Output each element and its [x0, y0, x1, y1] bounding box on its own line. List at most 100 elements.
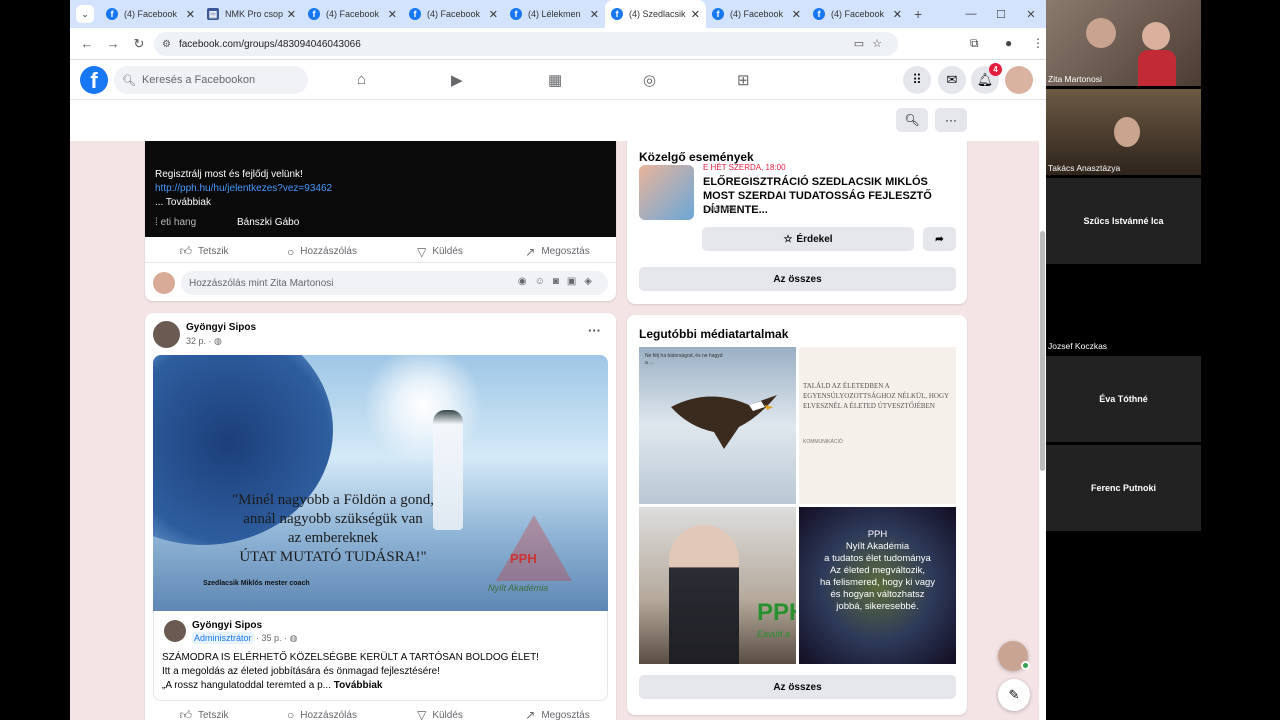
group-more-button[interactable]: ···: [935, 108, 967, 132]
author-avatar[interactable]: [153, 321, 180, 348]
account-avatar[interactable]: [1005, 66, 1033, 94]
see-more-link[interactable]: ... Továbbiak: [155, 197, 211, 208]
send-button[interactable]: ▽ Küldés: [381, 708, 499, 720]
browser-tab[interactable]: f (4) Facebook ✕: [100, 0, 201, 28]
camera-icon[interactable]: ◙: [553, 276, 567, 287]
browser-tab[interactable]: f (4) Facebook ✕: [403, 0, 504, 28]
share-button[interactable]: ↗ Megosztás: [499, 245, 616, 259]
post-video[interactable]: Regisztrálj most és fejlődj velünk! http…: [145, 141, 616, 237]
participant-tile[interactable]: Jozsef Koczkas: [1046, 267, 1201, 353]
shared-author-name[interactable]: Gyöngyi Sipos: [192, 620, 262, 631]
install-app-icon[interactable]: ▭: [854, 38, 872, 50]
home-icon[interactable]: ⌂: [357, 71, 366, 88]
pph-logo: PPH Nyílt Akadémia: [488, 515, 578, 595]
facebook-logo-icon[interactable]: f: [80, 66, 108, 94]
participant-tile[interactable]: Zita Martonosi: [1046, 0, 1201, 86]
messenger-button[interactable]: ✉: [938, 66, 966, 94]
comment-button[interactable]: ○ Hozzászólás: [263, 708, 381, 720]
extensions-puzzle-icon[interactable]: ⧉: [970, 36, 979, 51]
close-icon[interactable]: ✕: [287, 8, 296, 21]
avatar-sticker-icon[interactable]: ◉: [518, 276, 535, 287]
close-icon[interactable]: ✕: [489, 8, 498, 21]
gif-icon[interactable]: ▣: [567, 276, 584, 287]
close-icon[interactable]: ✕: [691, 8, 700, 21]
send-icon: ▽: [417, 244, 427, 259]
participant-tile[interactable]: Takács Anasztázya: [1046, 89, 1201, 175]
post-image[interactable]: "Minél nagyobb a Földön a gond, annál na…: [153, 355, 608, 611]
minimize-icon[interactable]: —: [956, 8, 986, 20]
reload-icon[interactable]: ↻: [126, 36, 152, 52]
emoji-icon[interactable]: ☺: [535, 276, 553, 287]
forward-arrow-icon[interactable]: →: [100, 36, 126, 51]
profile-avatar-icon[interactable]: ●: [1005, 36, 1012, 50]
share-button[interactable]: ↗ Megosztás: [499, 708, 616, 720]
video-icon[interactable]: ▶: [451, 71, 463, 89]
new-message-button[interactable]: ✎: [998, 679, 1030, 711]
browser-tab[interactable]: f (4) Facebook ✕: [807, 0, 908, 28]
close-icon[interactable]: ✕: [388, 8, 397, 21]
group-toolbar: 🔍︎ ···: [70, 101, 1046, 141]
menu-grid-button[interactable]: ⠿: [903, 66, 931, 94]
facebook-search-input[interactable]: 🔍︎ Keresés a Facebookon: [114, 66, 308, 94]
facebook-favicon-icon: f: [308, 8, 320, 20]
group-search-button[interactable]: 🔍︎: [896, 108, 928, 132]
notifications-button[interactable]: 🔔︎ 4: [971, 63, 1002, 94]
browser-tab[interactable]: f (4) Lélekmen ✕: [504, 0, 605, 28]
image-signature: Szedlacsik Miklós mester coach: [203, 580, 310, 587]
shared-author-avatar[interactable]: [164, 620, 186, 642]
shared-post[interactable]: Gyöngyi Sipos Adminisztrátor · 35 p. · ◍…: [153, 611, 608, 701]
media-thumb-eagle[interactable]: Ne félj ha bátorságod, és ne hagyd a ...: [639, 347, 796, 504]
sticker-icon[interactable]: ◈: [584, 276, 600, 287]
new-tab-plus-icon[interactable]: +: [914, 6, 922, 22]
gaming-icon[interactable]: ⊞: [737, 71, 750, 89]
scrollbar-thumb[interactable]: [1040, 231, 1045, 471]
browser-tab-active[interactable]: f (4) Szedlacsik ✕: [605, 0, 706, 28]
share-event-button[interactable]: ➦: [923, 227, 956, 251]
window-close-icon[interactable]: ✕: [1016, 8, 1046, 21]
comment-button[interactable]: ○ Hozzászólás: [263, 245, 381, 259]
interested-button[interactable]: ☆ Érdekel: [702, 227, 914, 251]
like-button[interactable]: 👍︎ Tetszik: [145, 244, 263, 259]
see-more-link[interactable]: Továbbiak: [334, 680, 383, 691]
close-icon[interactable]: ✕: [186, 8, 195, 21]
like-button[interactable]: 👍︎ Tetszik: [145, 708, 263, 720]
address-bar[interactable]: ⚙ facebook.com/groups/483094046043066 ▭☆: [154, 32, 898, 56]
media-thumb-academy[interactable]: PPH Nyílt Akadémia a tudatos élet tudomá…: [799, 507, 956, 664]
events-see-all-button[interactable]: Az összes: [639, 267, 956, 291]
share-arrow-icon: ➦: [935, 233, 944, 245]
participant-tile[interactable]: Éva Tóthné: [1046, 356, 1201, 442]
participant-tile[interactable]: Szűcs Istvánné Ica: [1046, 178, 1201, 264]
page-scrollbar[interactable]: [1039, 141, 1046, 720]
event-thumbnail[interactable]: [639, 165, 694, 220]
comment-bubble-icon: ○: [287, 244, 295, 259]
participant-tile[interactable]: Ferenc Putnoki: [1046, 445, 1201, 531]
media-thumb-quote[interactable]: TALÁLD AZ ÉLETEDBEN A EGYENSÚLYOZOTTSÁGH…: [799, 347, 956, 504]
media-thumb-speaker[interactable]: PPH Eavütt a: [639, 507, 796, 664]
send-button[interactable]: ▽ Küldés: [381, 245, 499, 259]
bookmark-star-icon[interactable]: ☆: [872, 38, 890, 50]
marketplace-icon[interactable]: ▦: [548, 71, 562, 89]
globe-icon: ◍: [214, 336, 222, 346]
media-see-all-button[interactable]: Az összes: [639, 675, 956, 699]
browser-menu-icon[interactable]: ⋮: [1032, 36, 1044, 50]
back-arrow-icon[interactable]: ←: [74, 36, 100, 51]
more-dots-icon: ···: [945, 113, 957, 127]
facebook-favicon-icon: f: [712, 8, 724, 20]
browser-tab[interactable]: f (4) Facebook ✕: [706, 0, 807, 28]
event-title[interactable]: ELŐREGISZTRÁCIÓ SZEDLACSIK MIKLÓS MOST S…: [703, 175, 958, 217]
grid-icon: ⠿: [912, 72, 922, 87]
site-info-icon[interactable]: ⚙: [162, 39, 171, 50]
post-author-name[interactable]: Gyöngyi Sipos: [186, 322, 256, 333]
close-icon[interactable]: ✕: [792, 8, 801, 21]
comment-input[interactable]: Hozzászólás mint Zita Martonosi ◉☺◙▣◈: [181, 271, 608, 295]
registration-link[interactable]: http://pph.hu/hu/jelentkezes?vez=93462: [155, 183, 332, 194]
close-icon[interactable]: ✕: [590, 8, 599, 21]
browser-tab[interactable]: ▤ NMK Pro csop ✕: [201, 0, 302, 28]
post-options-icon[interactable]: ···: [588, 323, 601, 338]
browser-tab[interactable]: f (4) Facebook ✕: [302, 0, 403, 28]
tab-search-button[interactable]: ⌄: [76, 5, 94, 23]
maximize-icon[interactable]: ☐: [986, 8, 1016, 21]
groups-icon[interactable]: ◎: [643, 71, 656, 89]
close-icon[interactable]: ✕: [893, 8, 902, 21]
comment-bubble-icon: ○: [287, 708, 295, 720]
